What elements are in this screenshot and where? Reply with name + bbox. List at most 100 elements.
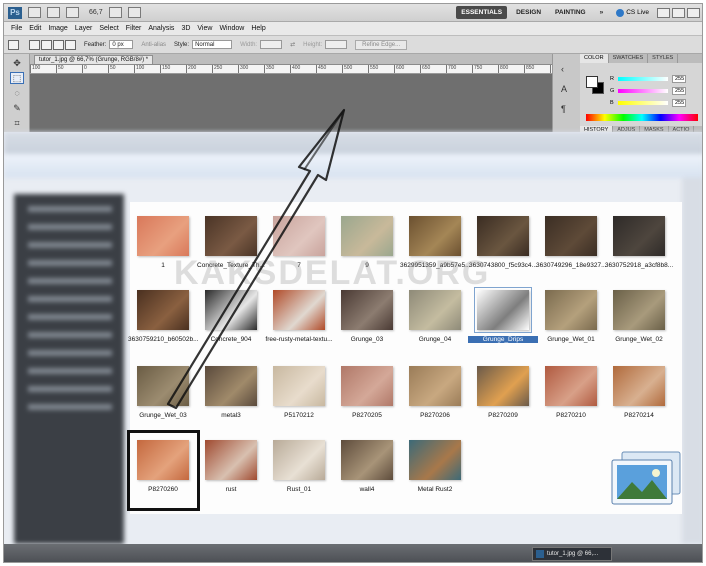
thumbnail-image[interactable] (545, 290, 597, 330)
thumbnail-item[interactable]: P8270210 (538, 360, 604, 428)
thumbnail-image[interactable] (273, 440, 325, 480)
workspace-essentials[interactable]: ESSENTIALS (456, 6, 508, 19)
thumbnail-image[interactable] (409, 366, 461, 406)
thumbnail-label[interactable]: Grunge_Wet_01 (536, 336, 606, 343)
menu-window[interactable]: Window (219, 25, 244, 32)
thumbnail-item[interactable]: Grunge_Wet_01 (538, 284, 604, 352)
thumbnail-item[interactable]: Grunge_04 (402, 284, 468, 352)
tool-preset-icon[interactable] (8, 39, 19, 50)
tab-styles[interactable]: STYLES (648, 54, 679, 63)
menu-select[interactable]: Select (99, 25, 118, 32)
more-workspaces-button[interactable]: » (595, 6, 609, 19)
tab-swatches[interactable]: SWATCHES (609, 54, 649, 63)
thumbnail-label[interactable]: Grunge_Wet_02 (604, 336, 674, 343)
thumbnail-image[interactable] (409, 290, 461, 330)
thumbnail-label[interactable]: Grunge_03 (332, 336, 402, 343)
paragraph-panel-icon[interactable]: ¶ (561, 104, 580, 114)
tab-color[interactable]: COLOR (580, 54, 609, 63)
color-slider-r[interactable]: R 255 (610, 74, 700, 84)
thumbnail-item[interactable]: Rust_01 (266, 434, 332, 502)
menu-file[interactable]: File (11, 25, 22, 32)
thumbnail-label[interactable]: Grunge_Drips (468, 336, 538, 343)
menu-layer[interactable]: Layer (75, 25, 93, 32)
thumbnail-image[interactable] (205, 366, 257, 406)
thumbnail-label[interactable]: Metal Rust2 (400, 486, 470, 493)
thumbnail-image[interactable] (137, 290, 189, 330)
menu-view[interactable]: View (197, 25, 212, 32)
move-tool-icon[interactable]: ✥ (10, 57, 24, 69)
zoom-level[interactable]: 66,7 (89, 9, 103, 16)
menu-filter[interactable]: Filter (126, 25, 142, 32)
foreground-color-swatch[interactable] (586, 76, 598, 88)
taskbar-photoshop-button[interactable]: tutor_1.jpg @ 66,... (532, 547, 612, 561)
thumbnail-image[interactable] (409, 216, 461, 256)
thumbnail-item[interactable]: P8270209 (470, 360, 536, 428)
magic-wand-tool-icon[interactable]: ✎ (10, 102, 24, 114)
thumbnail-label[interactable]: metal3 (196, 412, 266, 419)
fg-bg-swatches[interactable] (586, 76, 604, 94)
thumbnail-image[interactable] (205, 290, 257, 330)
thumbnail-image[interactable] (409, 440, 461, 480)
thumbnail-image[interactable] (613, 366, 665, 406)
thumbnail-item[interactable]: rust (198, 434, 264, 502)
color-slider-b[interactable]: B 255 (610, 98, 700, 108)
thumbnail-item[interactable]: Grunge_Wet_02 (606, 284, 672, 352)
close-button[interactable] (687, 7, 700, 18)
hand-tool-icon[interactable] (108, 7, 122, 18)
thumbnail-item[interactable]: Grunge_Wet_03 (130, 360, 196, 428)
thumbnail-label[interactable]: Rust_01 (264, 486, 334, 493)
intersect-selection-icon[interactable] (65, 39, 76, 50)
thumbnail-item[interactable]: P5170212 (266, 360, 332, 428)
thumbnail-image[interactable] (545, 366, 597, 406)
thumbnail-item[interactable]: metal3 (198, 360, 264, 428)
menu-3d[interactable]: 3D (181, 25, 190, 32)
thumbnail-label[interactable]: P8270206 (400, 412, 470, 419)
menu-analysis[interactable]: Analysis (148, 25, 174, 32)
thumbnail-image[interactable] (613, 216, 665, 256)
channel-track[interactable] (618, 89, 668, 93)
thumbnail-image[interactable] (137, 216, 189, 256)
marquee-tool-icon[interactable]: ⬚ (10, 72, 24, 84)
thumbnail-image[interactable] (137, 366, 189, 406)
thumbnail-label[interactable]: P8270209 (468, 412, 538, 419)
swap-icon[interactable]: ⇄ (290, 41, 295, 48)
channel-track[interactable] (618, 101, 668, 105)
view-extras-icon[interactable] (66, 7, 79, 18)
antialias-checkbox[interactable]: Anti-alias (141, 42, 166, 48)
thumbnail-item[interactable]: wall4 (334, 434, 400, 502)
channel-track[interactable] (618, 77, 668, 81)
thumbnail-image[interactable] (273, 366, 325, 406)
arrange-documents-icon[interactable] (127, 7, 141, 18)
thumbnail-image[interactable] (477, 216, 529, 256)
minimize-button[interactable] (657, 7, 670, 18)
character-panel-icon[interactable]: A (561, 84, 580, 94)
new-selection-icon[interactable] (29, 39, 40, 50)
thumbnail-label[interactable]: Grunge_04 (400, 336, 470, 343)
refine-edge-button[interactable]: Refine Edge... (355, 39, 408, 50)
thumbnail-item[interactable]: 3630759210_b60502b... (128, 284, 198, 352)
maximize-button[interactable] (672, 7, 685, 18)
thumbnail-item[interactable]: Concrete_904 (198, 284, 264, 352)
workspace-painting[interactable]: PAINTING (550, 6, 591, 19)
thumbnail-label[interactable]: 3630759210_b60502b... (128, 336, 198, 343)
thumbnail-image[interactable] (205, 216, 257, 256)
lasso-tool-icon[interactable]: ◌ (10, 87, 24, 99)
thumbnail-image[interactable] (545, 216, 597, 256)
mini-bridge-icon[interactable] (47, 7, 60, 18)
menu-edit[interactable]: Edit (29, 25, 41, 32)
thumbnail-image[interactable] (273, 290, 325, 330)
workspace-design[interactable]: DESIGN (511, 6, 546, 19)
thumbnail-item[interactable]: P8270214 (606, 360, 672, 428)
thumbnail-item[interactable]: Grunge_03 (334, 284, 400, 352)
thumbnail-item[interactable]: 3630752918_a3cf8b8... (605, 210, 673, 278)
color-slider-g[interactable]: G 255 (610, 86, 700, 96)
thumbnail-item[interactable]: P8270206 (402, 360, 468, 428)
thumbnail-label[interactable]: Grunge_Wet_03 (128, 412, 198, 419)
collapse-icon[interactable]: ‹ (561, 64, 580, 74)
thumbnail-image[interactable] (341, 216, 393, 256)
thumbnail-image[interactable] (474, 287, 532, 333)
thumbnail-image[interactable] (341, 290, 393, 330)
thumbnail-label[interactable]: wall4 (332, 486, 402, 493)
thumbnail-label[interactable]: Concrete_904 (196, 336, 266, 343)
subtract-selection-icon[interactable] (53, 39, 64, 50)
